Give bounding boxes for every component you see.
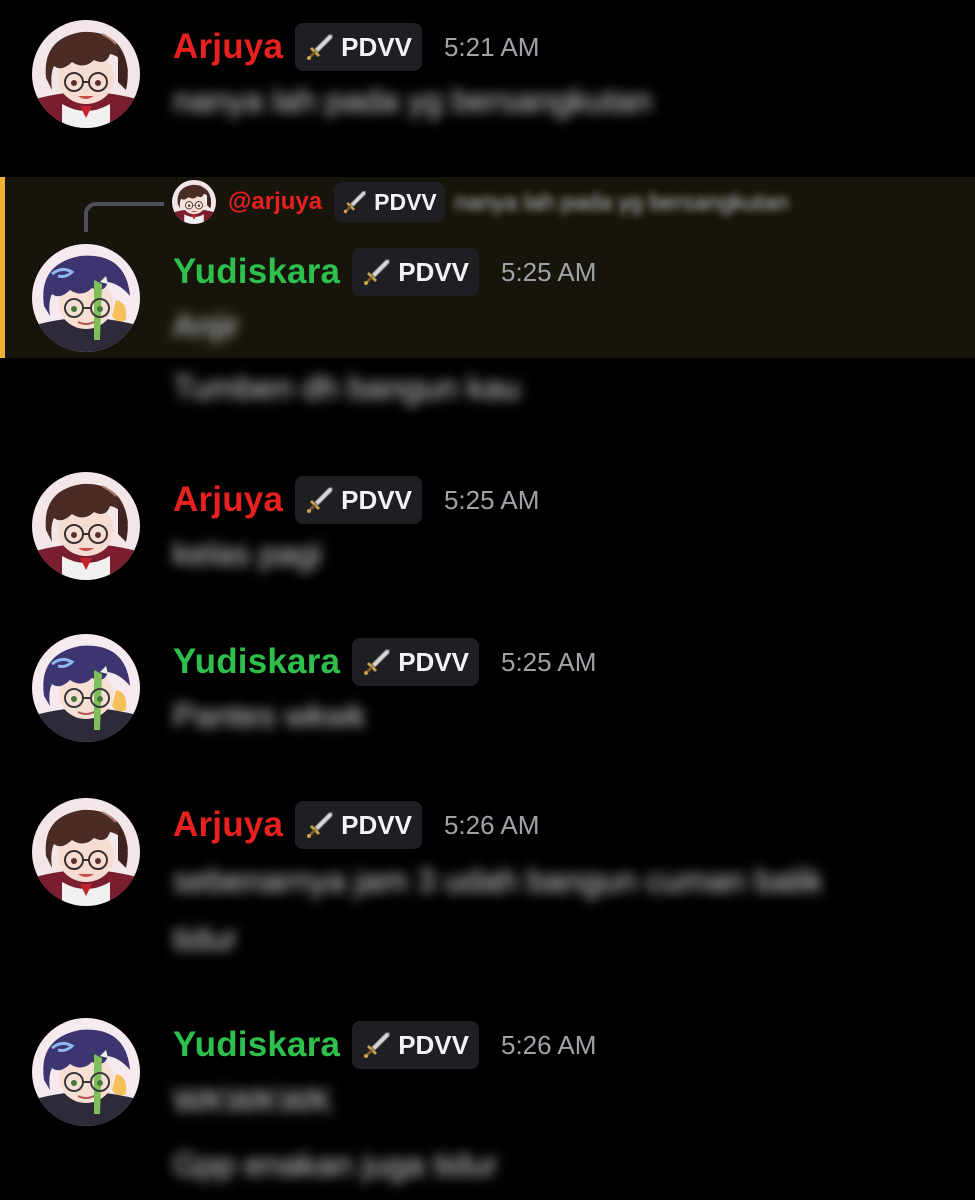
message-text: Tumben dh bangun kau (173, 369, 521, 406)
arjuya-avatar-icon[interactable] (32, 20, 140, 128)
server-tag[interactable]: PDVV (295, 23, 422, 71)
sword-icon (362, 257, 392, 287)
timestamp[interactable]: 5:21 AM (444, 32, 539, 63)
reply-connector (84, 202, 164, 232)
sword-icon (305, 810, 335, 840)
server-tag-label: PDVV (398, 646, 469, 677)
yudiskara-avatar-icon[interactable] (32, 244, 140, 352)
message-header: Yudiskara PDVV 5:25 AM (173, 638, 596, 686)
reply-reference[interactable]: @arjuya PDVV nanya lah pada yg bersangku… (172, 182, 789, 222)
server-tag[interactable]: PDVV (352, 1021, 479, 1069)
yudiskara-avatar-icon[interactable] (32, 1018, 140, 1126)
reply-mention[interactable]: @arjuya (228, 188, 322, 216)
server-tag-label: PDVV (341, 484, 412, 515)
message-header: Arjuya PDVV 5:25 AM (173, 476, 539, 524)
author-name[interactable]: Arjuya (173, 805, 283, 845)
author-name[interactable]: Yudiskara (173, 1025, 340, 1065)
message-text: Anjir (173, 307, 240, 344)
yudiskara-avatar-icon[interactable] (32, 634, 140, 742)
message-text: kelas pagi (173, 535, 322, 572)
message-text: Gpp enakan juga tidur (173, 1146, 498, 1183)
author-name[interactable]: Yudiskara (173, 252, 340, 292)
message-text: tidur (173, 920, 238, 957)
timestamp[interactable]: 5:25 AM (444, 485, 539, 516)
reply-preview-text: nanya lah pada yg bersangkutan (454, 188, 789, 215)
sword-icon (362, 647, 392, 677)
message-text: WKWKWK (173, 1082, 333, 1119)
arjuya-avatar-icon[interactable] (32, 798, 140, 906)
server-tag-label: PDVV (341, 809, 412, 840)
sword-icon (342, 189, 368, 215)
sword-icon (362, 1030, 392, 1060)
arjuya-avatar-icon[interactable] (32, 472, 140, 580)
message-header: Yudiskara PDVV 5:26 AM (173, 1021, 596, 1069)
author-name[interactable]: Yudiskara (173, 642, 340, 682)
server-tag: PDVV (334, 182, 445, 222)
author-name[interactable]: Arjuya (173, 480, 283, 520)
arjuya-avatar-icon (172, 180, 216, 224)
message-text: nanya lah pada yg bersangkutan (173, 82, 652, 119)
server-tag[interactable]: PDVV (295, 476, 422, 524)
server-tag[interactable]: PDVV (352, 638, 479, 686)
message-header: Arjuya PDVV 5:21 AM (173, 23, 539, 71)
sword-icon (305, 32, 335, 62)
server-tag-label: PDVV (374, 188, 437, 215)
message-header: Yudiskara PDVV 5:25 AM (173, 248, 596, 296)
server-tag[interactable]: PDVV (295, 801, 422, 849)
sword-icon (305, 485, 335, 515)
timestamp[interactable]: 5:26 AM (501, 1030, 596, 1061)
message-text: Pantes wkwk (173, 697, 366, 734)
message-text: sebenarnya jam 3 udah bangun cuman balik (173, 862, 823, 899)
server-tag-label: PDVV (398, 1029, 469, 1060)
server-tag[interactable]: PDVV (352, 248, 479, 296)
server-tag-label: PDVV (398, 256, 469, 287)
message-header: Arjuya PDVV 5:26 AM (173, 801, 539, 849)
timestamp[interactable]: 5:26 AM (444, 810, 539, 841)
author-name[interactable]: Arjuya (173, 27, 283, 67)
server-tag-label: PDVV (341, 31, 412, 62)
timestamp[interactable]: 5:25 AM (501, 257, 596, 288)
reply-accent-bar (0, 177, 5, 358)
timestamp[interactable]: 5:25 AM (501, 647, 596, 678)
